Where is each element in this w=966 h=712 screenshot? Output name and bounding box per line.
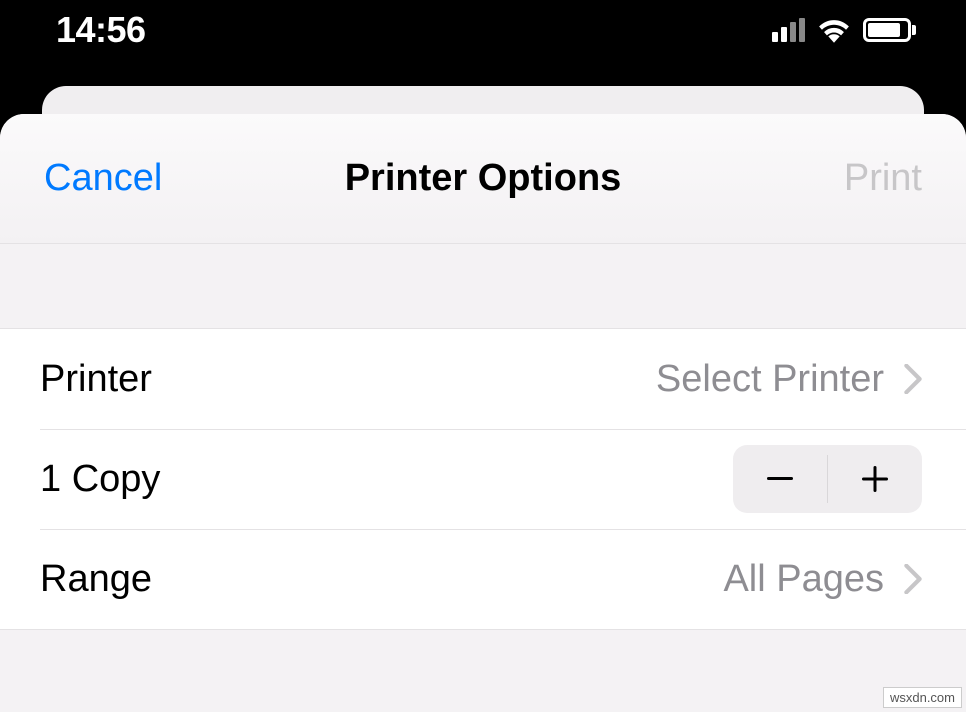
content-area: Printer Select Printer 1 Copy <box>0 244 966 630</box>
range-row[interactable]: Range All Pages <box>0 529 966 629</box>
page-title: Printer Options <box>345 157 622 200</box>
minus-icon <box>767 477 793 481</box>
status-icons <box>772 17 916 43</box>
copies-row: 1 Copy <box>0 429 966 529</box>
status-time: 14:56 <box>56 9 146 51</box>
copies-stepper <box>733 445 922 513</box>
decrement-button[interactable] <box>733 445 827 513</box>
range-label: Range <box>40 558 152 601</box>
printer-label: Printer <box>40 358 152 401</box>
range-value: All Pages <box>723 558 884 601</box>
printer-options-sheet: Cancel Printer Options Print Printer Sel… <box>0 114 966 712</box>
printer-value: Select Printer <box>656 358 884 401</box>
copies-label: 1 Copy <box>40 458 160 501</box>
print-button: Print <box>844 157 922 200</box>
cancel-button[interactable]: Cancel <box>44 157 162 200</box>
chevron-right-icon <box>904 564 922 594</box>
increment-button[interactable] <box>828 445 922 513</box>
nav-bar: Cancel Printer Options Print <box>0 114 966 244</box>
chevron-right-icon <box>904 364 922 394</box>
battery-icon <box>863 18 916 42</box>
plus-icon <box>862 466 888 492</box>
wifi-icon <box>817 17 851 43</box>
status-bar: 14:56 <box>0 0 966 80</box>
printer-row[interactable]: Printer Select Printer <box>0 329 966 429</box>
watermark: wsxdn.com <box>883 687 962 708</box>
cellular-signal-icon <box>772 18 805 42</box>
options-list: Printer Select Printer 1 Copy <box>0 328 966 630</box>
